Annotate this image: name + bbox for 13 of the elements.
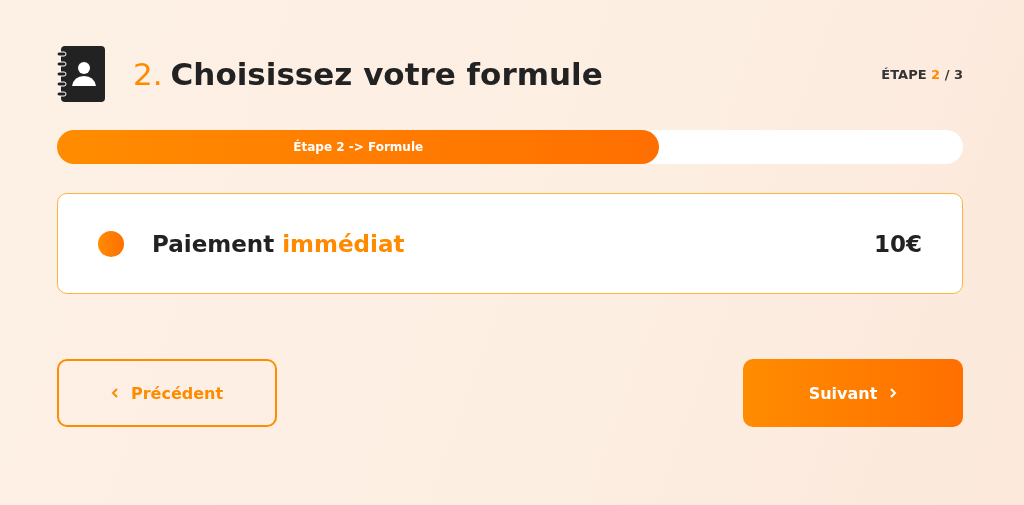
step-counter: ÉTAPE 2 / 3 <box>881 66 963 82</box>
plan-price: 10€ <box>874 230 922 257</box>
plan-option[interactable]: Paiement immédiat 10€ <box>57 193 963 294</box>
page-title: Choisissez votre formule <box>170 56 603 92</box>
previous-button[interactable]: Précédent <box>57 359 277 427</box>
next-button[interactable]: Suivant <box>743 359 963 427</box>
radio-dot[interactable] <box>98 230 124 257</box>
contact-book-icon <box>57 46 105 102</box>
plan-name: Paiement immédiat <box>152 230 405 257</box>
chevron-right-icon <box>889 388 898 398</box>
step-number: 2. <box>133 56 163 92</box>
chevron-left-icon <box>110 388 119 398</box>
progress-label: Étape 2 -> Formule <box>293 140 424 154</box>
